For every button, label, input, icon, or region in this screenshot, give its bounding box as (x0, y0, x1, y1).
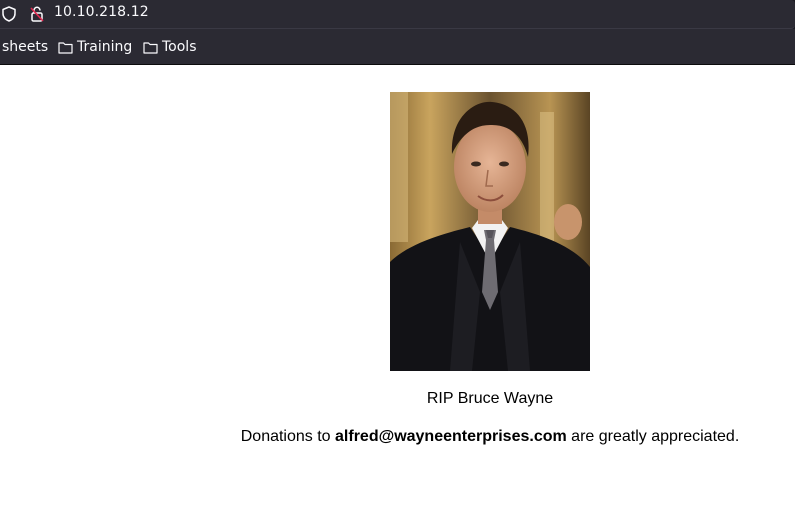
bookmark-folder-training[interactable]: Training (58, 39, 132, 55)
insecure-lock-icon[interactable] (28, 5, 46, 23)
folder-icon (58, 41, 73, 54)
bookmarks-toolbar: sheets Training Tools (0, 29, 795, 65)
bookmark-label: sheets (2, 39, 49, 55)
bookmark-label: Tools (162, 39, 197, 55)
memorial-caption: RIP Bruce Wayne (426, 390, 554, 407)
url-text[interactable]: 10.10.218.12 (54, 4, 149, 20)
browser-toolbar: 10.10.218.12 (0, 0, 795, 29)
donation-prefix: Donations to (240, 428, 336, 445)
bookmark-sheets[interactable]: sheets (2, 39, 48, 55)
bookmark-label: Training (77, 39, 133, 55)
shield-icon[interactable] (0, 5, 18, 23)
donation-text: Donations to alfred@wayneenterprises.com… (0, 428, 795, 446)
bookmark-folder-tools[interactable]: Tools (143, 39, 197, 55)
bruce-wayne-portrait (390, 92, 590, 371)
donation-email: alfred@wayneenterprises.com (335, 428, 567, 445)
page-content: RIP Bruce Wayne Donations to alfred@wayn… (0, 66, 795, 522)
folder-icon (143, 41, 158, 54)
address-bar[interactable]: 10.10.218.12 (0, 0, 795, 29)
donation-suffix: are greatly appreciated. (566, 428, 740, 445)
